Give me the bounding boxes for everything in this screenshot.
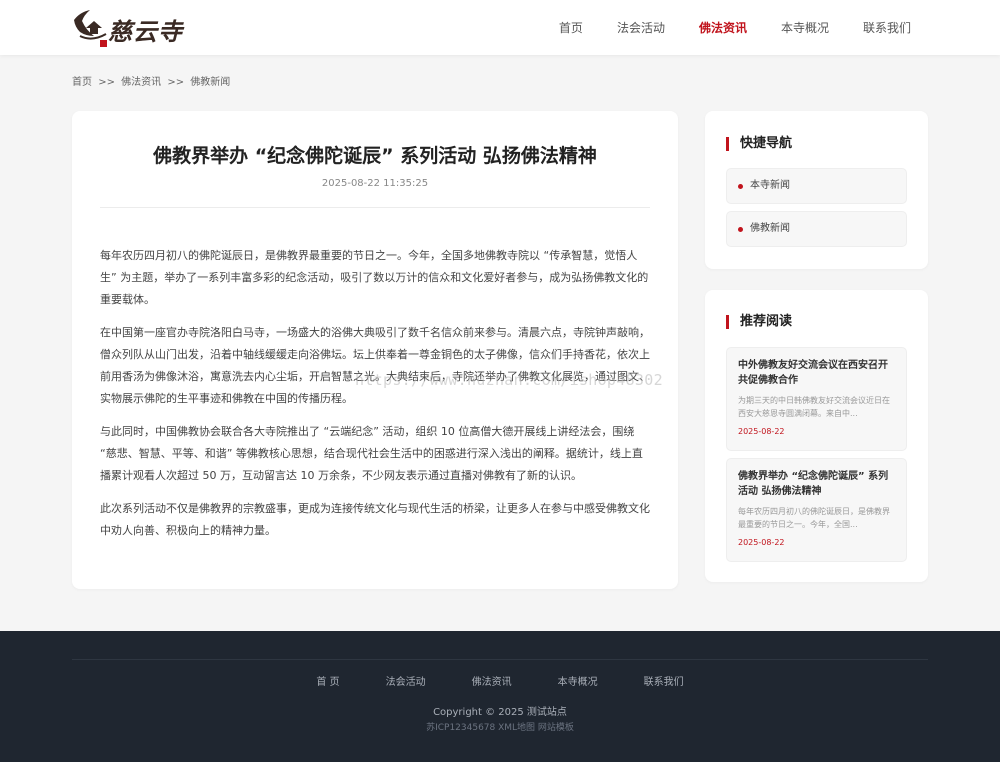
recommended-item-date: 2025-08-22 [738, 538, 785, 547]
recommended-card: 推荐阅读 中外佛教友好交流会议在西安召开 共促佛教合作 为期三天的中日韩佛教友好… [705, 290, 928, 582]
footer-nav-dharma-news[interactable]: 佛法资讯 [472, 673, 512, 688]
nav-home[interactable]: 首页 [559, 19, 583, 36]
recommended-item[interactable]: 佛教界举办 “纪念佛陀诞辰” 系列活动 弘扬佛法精神 每年农历四月初八的佛陀诞辰… [726, 458, 907, 562]
breadcrumb-separator: >> [167, 77, 185, 88]
article-paragraph: 此次系列活动不仅是佛教界的宗教盛事，更成为连接传统文化与现代生活的桥梁，让更多人… [100, 502, 650, 537]
recommended-item-date: 2025-08-22 [738, 427, 785, 436]
breadcrumb-buddhist-news[interactable]: 佛教新闻 [190, 77, 230, 88]
quick-nav-label: 佛教新闻 [750, 223, 790, 234]
quick-nav-card: 快捷导航 本寺新闻 佛教新闻 [705, 111, 928, 269]
recommended-item-excerpt: 为期三天的中日韩佛教友好交流会议近日在西安大慈恩寺圆满闭幕。来自中... [738, 396, 890, 418]
quick-nav-label: 本寺新闻 [750, 180, 790, 191]
breadcrumb-home[interactable]: 首页 [72, 77, 92, 88]
site-logo[interactable]: 慈云寺 [72, 6, 184, 50]
article-card: 佛教界举办 “纪念佛陀诞辰” 系列活动 弘扬佛法精神 2025-08-22 11… [72, 111, 678, 589]
site-footer: 首 页 法会活动 佛法资讯 本寺概况 联系我们 Copyright © 2025… [0, 631, 1000, 762]
quick-nav-title: 快捷导航 [726, 137, 792, 151]
recommended-item-title: 中外佛教友好交流会议在西安召开 共促佛教合作 [738, 360, 888, 386]
logo-text: 慈云寺 [108, 17, 183, 46]
footer-nav: 首 页 法会活动 佛法资讯 本寺概况 联系我们 [0, 673, 1000, 688]
footer-nav-contact[interactable]: 联系我们 [644, 673, 684, 688]
recommended-item-title: 佛教界举办 “纪念佛陀诞辰” 系列活动 弘扬佛法精神 [738, 471, 889, 497]
breadcrumb-separator: >> [98, 77, 115, 88]
watermark-text: https://www.huzhan.com/ishop48302 [355, 371, 663, 389]
footer-divider [72, 659, 928, 660]
article-paragraph: 在中国第一座官办寺院洛阳白马寺，一场盛大的浴佛大典吸引了数千名信众前来参与。清晨… [100, 326, 650, 405]
article-divider [100, 207, 650, 208]
footer-nav-home[interactable]: 首 页 [316, 673, 339, 688]
icp-links[interactable]: 苏ICP12345678 XML地图 网站模板 [0, 720, 1000, 733]
recommended-item[interactable]: 中外佛教友好交流会议在西安召开 共促佛教合作 为期三天的中日韩佛教友好交流会议近… [726, 347, 907, 451]
breadcrumb-dharma-news[interactable]: 佛法资讯 [121, 77, 161, 88]
recommended-title: 推荐阅读 [726, 315, 792, 329]
recommended-item-excerpt: 每年农历四月初八的佛陀诞辰日，是佛教界最重要的节日之一。今年，全国... [738, 507, 890, 529]
copyright-text: Copyright © 2025 测试站点 [433, 707, 567, 718]
temple-logo-icon [74, 10, 107, 47]
article-paragraph: 每年农历四月初八的佛陀诞辰日，是佛教界最重要的节日之一。今年，全国多地佛教寺院以… [100, 249, 649, 306]
footer-nav-dharma-events[interactable]: 法会活动 [386, 673, 426, 688]
quick-nav-buddhist-news[interactable]: 佛教新闻 [726, 211, 907, 247]
article-date: 2025-08-22 11:35:25 [321, 178, 429, 189]
quick-nav-temple-news[interactable]: 本寺新闻 [726, 168, 907, 204]
footer-nav-temple-overview[interactable]: 本寺概况 [558, 673, 598, 688]
nav-dharma-events[interactable]: 法会活动 [617, 19, 665, 36]
nav-temple-overview[interactable]: 本寺概况 [781, 19, 829, 36]
nav-dharma-news[interactable]: 佛法资讯 [699, 19, 747, 36]
bullet-dot-icon [738, 227, 743, 232]
breadcrumb: 首页 >> 佛法资讯 >> 佛教新闻 [72, 73, 233, 88]
site-header: 慈云寺 首页 法会活动 佛法资讯 本寺概况 联系我们 [0, 0, 1000, 55]
article-body: 每年农历四月初八的佛陀诞辰日，是佛教界最重要的节日之一。今年，全国多地佛教寺院以… [100, 245, 650, 553]
nav-contact[interactable]: 联系我们 [863, 19, 911, 36]
article-paragraph: 与此同时，中国佛教协会联合各大寺院推出了 “云端纪念” 活动，组织 10 位高僧… [100, 425, 643, 482]
main-nav: 首页 法会活动 佛法资讯 本寺概况 联系我们 [525, 0, 911, 55]
article-title: 佛教界举办 “纪念佛陀诞辰” 系列活动 弘扬佛法精神 [153, 145, 597, 167]
bullet-dot-icon [738, 184, 743, 189]
